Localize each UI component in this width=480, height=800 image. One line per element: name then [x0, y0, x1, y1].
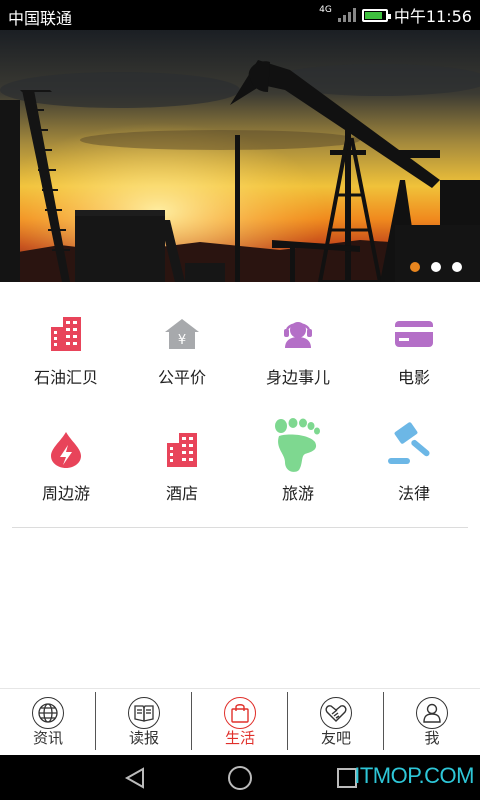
- service-law[interactable]: 法律: [354, 398, 474, 514]
- service-label: 旅游: [281, 484, 314, 503]
- back-triangle-icon: [124, 767, 144, 789]
- headset-person-icon: [276, 312, 320, 356]
- service-label: 身边事儿: [265, 368, 330, 387]
- carousel-dot[interactable]: [431, 262, 441, 272]
- oil-field-banner-image: [0, 30, 480, 282]
- watermark-text: ITMOP.COM: [354, 763, 474, 788]
- tab-read-paper[interactable]: 读报: [96, 689, 192, 756]
- service-label: 公平价: [157, 368, 206, 387]
- service-label: 酒店: [165, 484, 198, 503]
- tab-label: 读报: [128, 729, 159, 747]
- tab-label: 我: [424, 729, 440, 747]
- banner-carousel[interactable]: [0, 30, 480, 282]
- service-nearby-affairs[interactable]: 身边事儿: [238, 282, 358, 398]
- handshake-icon: [320, 697, 352, 729]
- tab-label: 生活: [224, 729, 255, 747]
- service-label: 法律: [397, 484, 430, 503]
- shopping-bag-icon: [224, 697, 256, 729]
- carousel-dot[interactable]: [452, 262, 462, 272]
- section-divider: [12, 527, 468, 528]
- service-label: 周边游: [41, 484, 90, 503]
- tab-label: 资讯: [32, 729, 63, 747]
- service-oil-rewards[interactable]: 石油汇贝: [6, 282, 126, 398]
- home-button[interactable]: [225, 763, 255, 793]
- network-type: 4G: [319, 5, 332, 15]
- flash-drop-icon: [44, 428, 88, 472]
- tab-me[interactable]: 我: [384, 689, 480, 756]
- tab-news[interactable]: 资讯: [0, 689, 96, 756]
- clock: 中午11:56: [393, 7, 472, 26]
- back-button[interactable]: [120, 763, 150, 793]
- person-icon: [416, 697, 448, 729]
- service-nearby-tour[interactable]: 周边游: [6, 398, 126, 514]
- service-grid: 石油汇贝 ¥ 公平价 身边事儿 电影 周边游 酒店 旅游 法律: [0, 282, 480, 514]
- status-bar: 中国联通 4G 中午11:56: [0, 0, 480, 30]
- globe-icon: [32, 697, 64, 729]
- carousel-dot[interactable]: [410, 262, 420, 272]
- system-nav-bar: ITMOP.COM: [0, 755, 480, 800]
- building-icon: [44, 312, 88, 356]
- signal-icon: [337, 8, 356, 22]
- book-icon: [128, 697, 160, 729]
- hotel-building-icon: [160, 428, 204, 472]
- yuan-house-icon: ¥: [160, 312, 204, 356]
- carousel-indicator[interactable]: [410, 262, 462, 272]
- service-label: 电影: [397, 368, 430, 387]
- carrier-name: 中国联通: [8, 9, 73, 28]
- tab-label: 友吧: [320, 729, 351, 747]
- footprint-icon: [273, 418, 323, 472]
- service-hotel[interactable]: 酒店: [122, 398, 242, 514]
- tab-life[interactable]: 生活: [192, 689, 288, 756]
- service-fair-price[interactable]: ¥ 公平价: [122, 282, 242, 398]
- battery-icon: [361, 8, 391, 22]
- service-label: 石油汇贝: [33, 368, 98, 387]
- gavel-icon: [386, 418, 442, 472]
- svg-text:¥: ¥: [178, 333, 186, 348]
- service-travel[interactable]: 旅游: [238, 398, 358, 514]
- service-movie[interactable]: 电影: [354, 282, 474, 398]
- tab-friends-bar[interactable]: 友吧: [288, 689, 384, 756]
- home-circle-icon: [228, 766, 252, 790]
- bottom-tab-bar: 资讯 读报 生活 友吧 我: [0, 688, 480, 755]
- ticket-card-icon: [392, 312, 436, 356]
